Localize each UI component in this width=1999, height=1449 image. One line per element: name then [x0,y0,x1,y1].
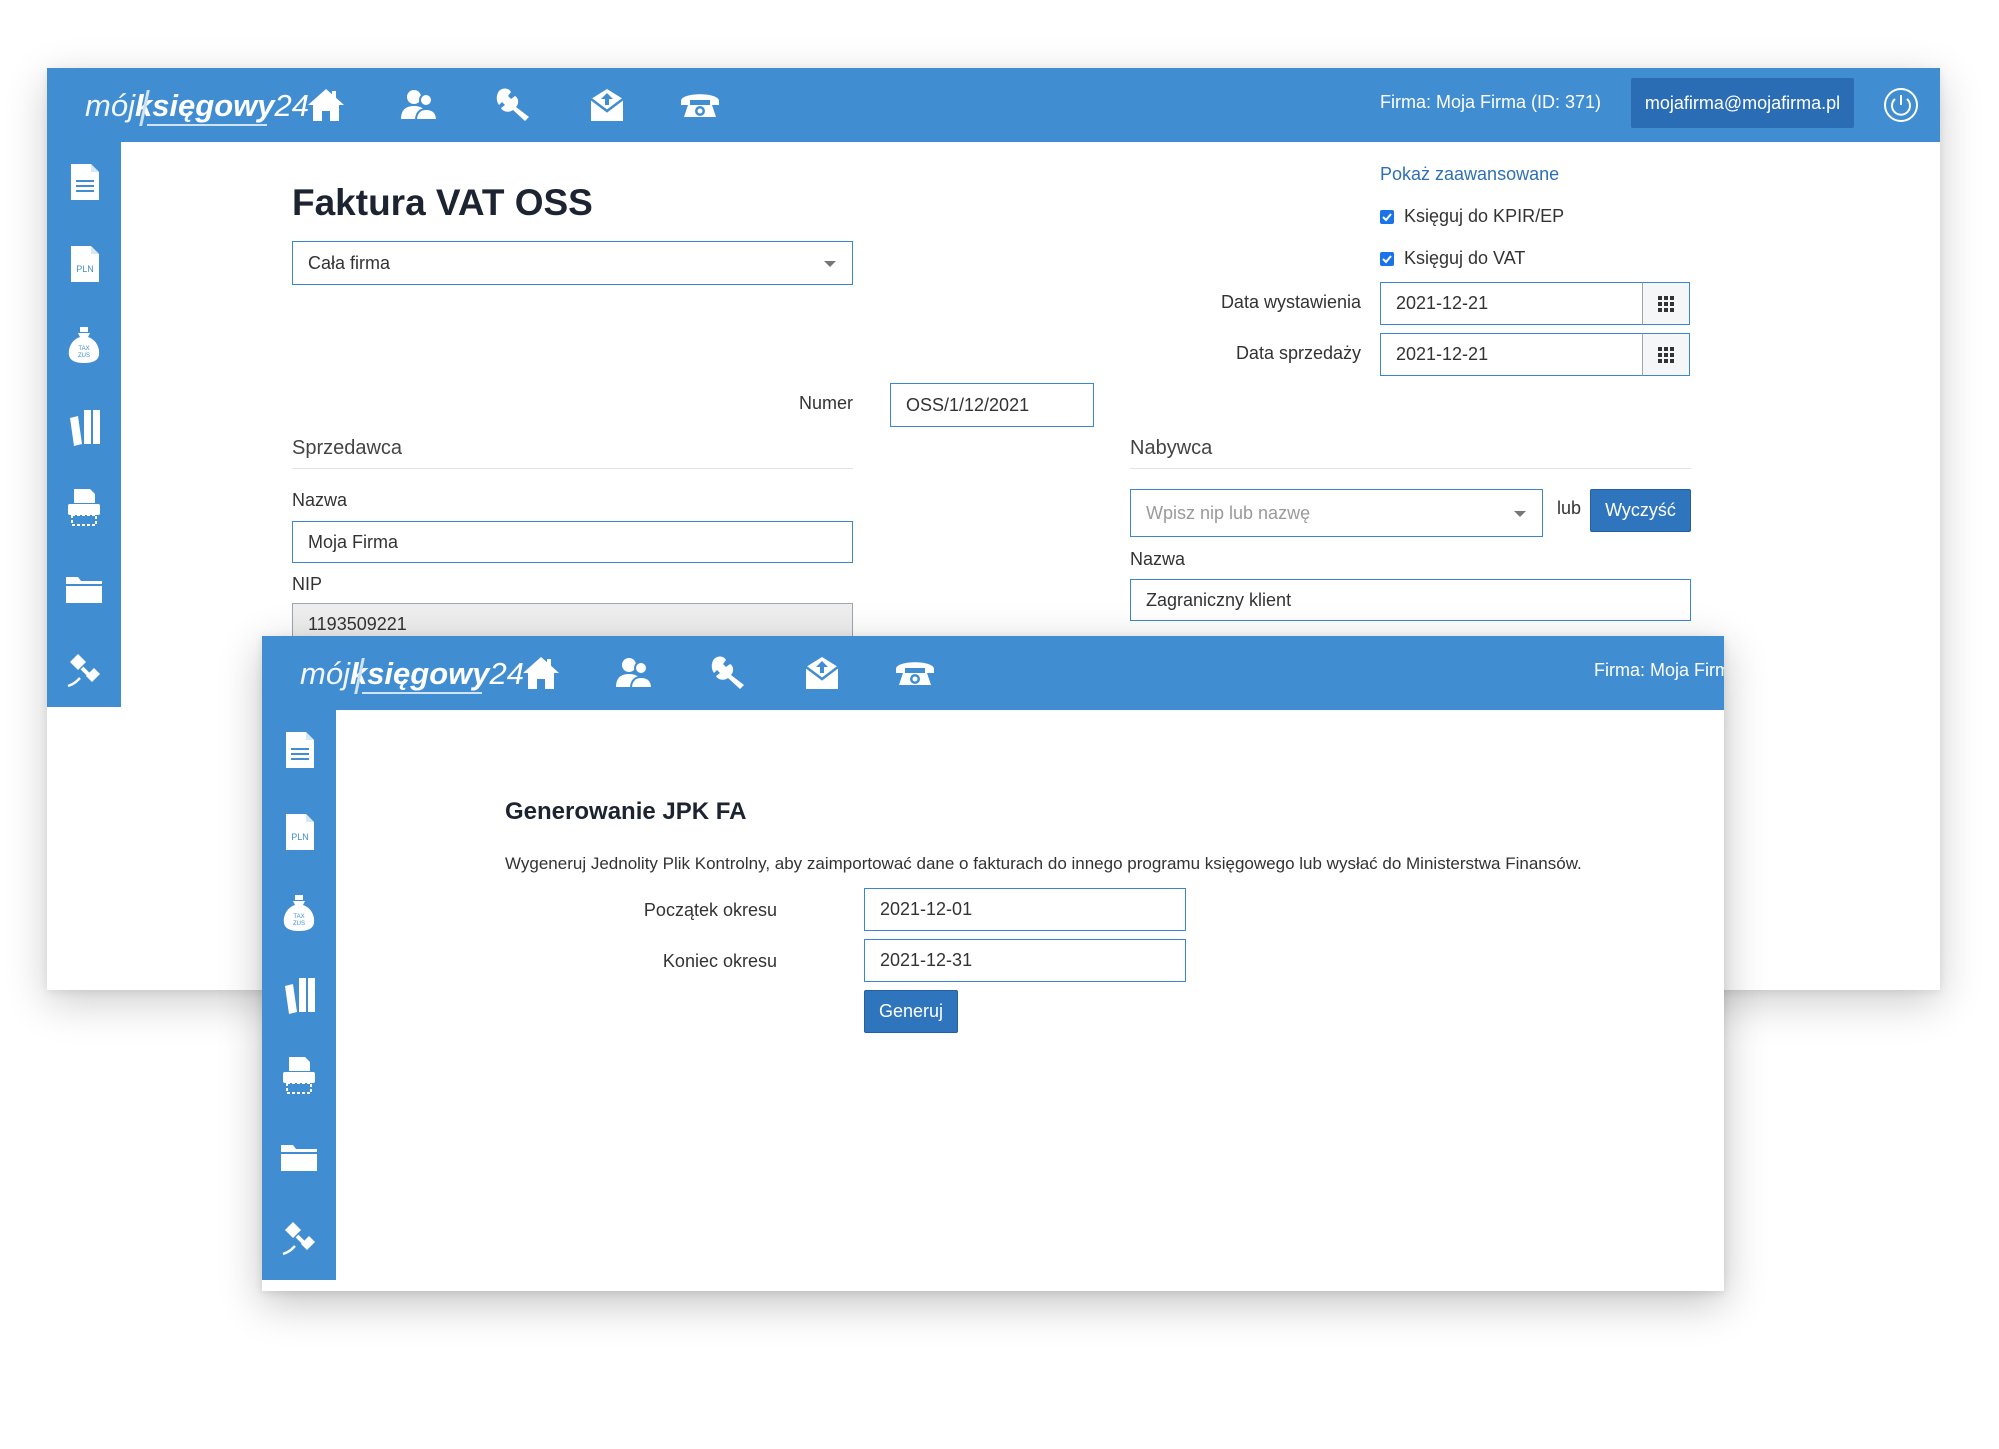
buyer-search-placeholder: Wpisz nip lub nazwę [1146,502,1311,523]
mail-icon[interactable] [800,651,844,695]
logo-underline [147,124,267,126]
jpk-form: Generowanie JPK FA Wygeneruj Jednolity P… [336,710,1724,1291]
top-navbar: mójksięgowy24 Firma: Moja Firm [262,636,1724,710]
document-icon[interactable] [277,728,321,772]
folder-icon[interactable] [277,1135,321,1179]
tax-bag-icon[interactable]: TAX ZUS [277,891,321,935]
app-logo[interactable]: mójksięgowy24 [300,656,524,696]
sale-date-calendar-button[interactable] [1642,333,1690,376]
users-icon[interactable] [612,651,656,695]
kpir-checkbox-row[interactable]: Księguj do KPIR/EP [1380,206,1564,227]
sidebar: PLN TAX ZUS [47,142,121,707]
jpk-description: Wygeneruj Jednolity Plik Kontrolny, aby … [505,854,1582,873]
end-date-label: Koniec okresu [662,951,777,971]
pln-document-icon[interactable]: PLN [277,810,321,854]
buyer-name-input[interactable]: Zagraniczny klient [1130,579,1691,621]
generate-button[interactable]: Generuj [864,990,958,1033]
books-icon[interactable] [277,972,321,1016]
satellite-icon[interactable] [277,1216,321,1260]
company-select[interactable]: Cała firma [292,241,853,285]
chevron-down-icon [1514,511,1526,517]
vat-checkbox-row[interactable]: Księguj do VAT [1380,248,1525,269]
wrench-icon[interactable] [706,651,750,695]
sidebar: PLN TAX ZUS [262,710,336,1280]
printer-icon[interactable] [277,1053,321,1097]
invoice-number-input[interactable]: OSS/1/12/2021 [890,383,1094,427]
start-date-label: Początek okresu [643,900,777,920]
seller-name-input[interactable]: Moja Firma [292,521,853,563]
logo-text-moj: mój [85,88,135,123]
home-icon[interactable] [304,83,348,127]
pln-icon-text: PLN [76,264,94,274]
issue-date-calendar-button[interactable] [1642,282,1690,325]
satellite-icon[interactable] [62,648,106,692]
clear-button[interactable]: Wyczyść [1590,489,1691,532]
phone-icon[interactable] [678,83,722,127]
books-icon[interactable] [62,404,106,448]
kpir-checkbox-label: Księguj do KPIR/EP [1404,206,1565,226]
user-email-button[interactable]: mojafirma@mojafirma.pl [1631,78,1854,128]
phone-icon[interactable] [893,651,937,695]
wrench-icon[interactable] [491,83,535,127]
buyer-search-select[interactable]: Wpisz nip lub nazwę [1130,489,1543,537]
buyer-name-label: Nazwa [1130,549,1186,569]
firm-label: Firma: Moja Firma (ID: 371) [1380,92,1602,112]
app-logo[interactable]: mójksięgowy24 [85,88,309,128]
start-date-input[interactable]: 2021-12-01 [864,888,1186,931]
show-advanced-link[interactable]: Pokaż zaawansowane [1380,164,1559,185]
tax-icon-text: TAX [78,346,89,352]
mail-icon[interactable] [585,83,629,127]
seller-nip-label: NIP [292,574,323,594]
kpir-checkbox[interactable] [1380,209,1394,224]
page-title: Faktura VAT OSS [292,182,593,223]
logo-text-ksiegowy: księgowy [134,88,275,123]
logo-underline [362,692,482,694]
zus-icon-text: ZUS [293,921,305,927]
tax-icon-text: TAX [293,914,304,920]
zus-icon-text: ZUS [78,353,90,359]
users-icon[interactable] [397,83,441,127]
issue-date-input[interactable]: 2021-12-21 [1380,282,1644,325]
power-icon[interactable] [1882,86,1920,124]
sale-date-label: Data sprzedaży [1235,343,1361,363]
logo-text-moj: mój [300,656,350,691]
number-label: Numer [798,393,853,413]
seller-name-label: Nazwa [292,490,348,510]
top-navbar: mójksięgowy24 Firma: Moja Firma (ID: 371… [47,68,1940,142]
vat-checkbox-label: Księguj do VAT [1404,248,1526,268]
chevron-down-icon [824,261,836,267]
sale-date-input[interactable]: 2021-12-21 [1380,333,1644,376]
calendar-grid-icon [1657,346,1675,364]
document-icon[interactable] [62,160,106,204]
buyer-heading: Nabywca [1130,437,1691,469]
page-title: Generowanie JPK FA [505,798,747,825]
tax-bag-icon[interactable]: TAX ZUS [62,323,106,367]
vat-checkbox[interactable] [1380,251,1394,266]
pln-icon-text: PLN [291,832,309,842]
or-label: lub [1557,498,1582,518]
folder-icon[interactable] [62,567,106,611]
home-icon[interactable] [519,651,563,695]
issue-date-label: Data wystawienia [1220,292,1361,312]
firm-label: Firma: Moja Firm [1594,660,1724,680]
pln-document-icon[interactable]: PLN [62,242,106,286]
company-select-value: Cała firma [308,252,391,273]
printer-icon[interactable] [62,485,106,529]
calendar-grid-icon [1657,295,1675,313]
seller-heading: Sprzedawca [292,437,853,469]
jpk-window: mójksięgowy24 Firma: Moja Firm PLN TAX ZU… [262,636,1724,1291]
end-date-input[interactable]: 2021-12-31 [864,939,1186,982]
logo-text-ksiegowy: księgowy [349,656,490,691]
